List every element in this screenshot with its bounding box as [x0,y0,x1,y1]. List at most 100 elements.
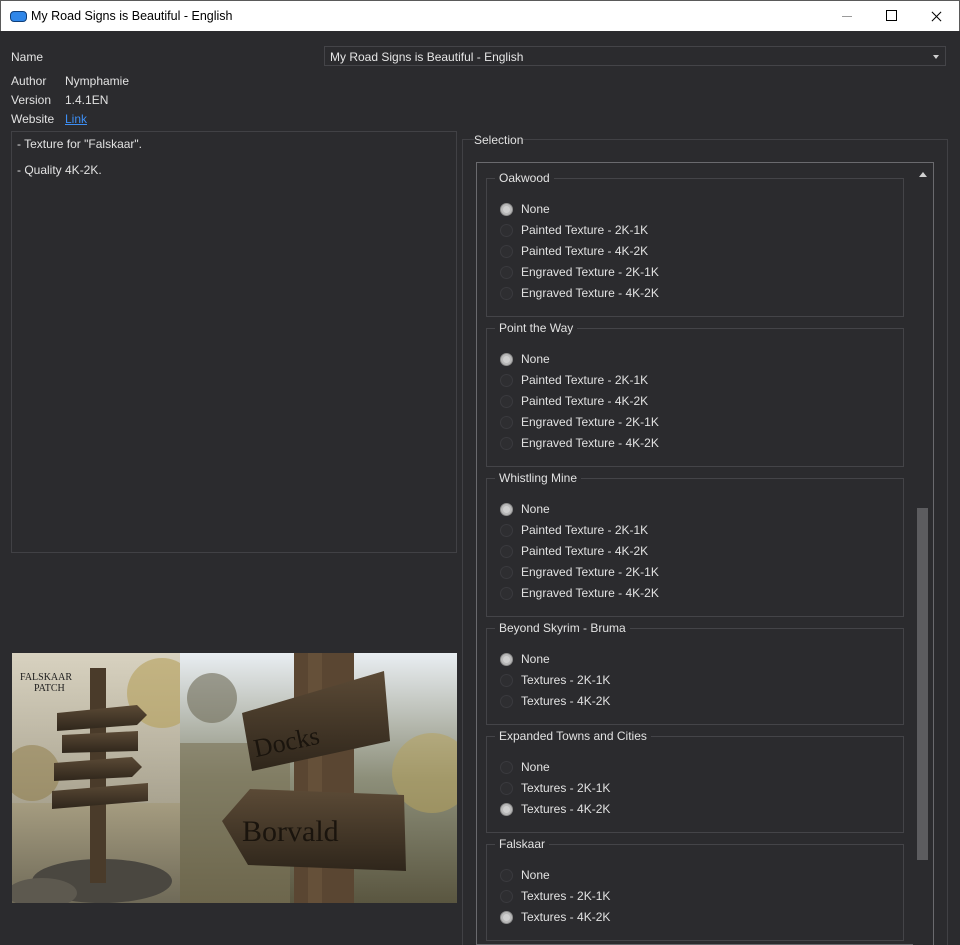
minimize-button[interactable] [823,1,869,31]
close-button[interactable] [913,1,959,31]
scroll-up-arrow-icon[interactable] [919,172,927,177]
radio-button[interactable] [500,202,513,216]
radio-option[interactable]: Textures - 4K-2K [500,801,610,817]
radio-option[interactable]: Painted Texture - 2K-1K [500,522,648,538]
radio-option-label: None [521,202,550,216]
radio-option[interactable]: Textures - 4K-2K [500,909,610,925]
radio-option-label: Engraved Texture - 2K-1K [521,265,659,279]
radio-option[interactable]: Painted Texture - 4K-2K [500,393,648,409]
radio-option[interactable]: Painted Texture - 2K-1K [500,372,648,388]
radio-button[interactable] [500,223,513,237]
title-bar: My Road Signs is Beautiful - English [0,0,960,31]
radio-option-label: Painted Texture - 4K-2K [521,394,649,408]
vertical-scrollbar[interactable] [913,163,933,945]
radio-button[interactable] [500,523,513,537]
radio-option[interactable]: Painted Texture - 4K-2K [500,543,648,559]
radio-button[interactable] [500,673,513,687]
description-box: - Texture for "Falskaar". - Quality 4K-2… [11,131,457,553]
radio-button[interactable] [500,565,513,579]
radio-option-label: None [521,652,550,666]
radio-option[interactable]: Painted Texture - 4K-2K [500,243,648,259]
radio-button[interactable] [500,694,513,708]
radio-button[interactable] [500,394,513,408]
radio-option[interactable]: Engraved Texture - 4K-2K [500,285,659,301]
radio-option-label: None [521,760,550,774]
radio-option[interactable]: Textures - 4K-2K [500,693,610,709]
option-group: Expanded Towns and Cities None Textures - … [486,729,904,833]
radio-option-label: Engraved Texture - 4K-2K [521,436,659,450]
radio-option[interactable]: Engraved Texture - 4K-2K [500,585,659,601]
preview-image: FALSKAAR PATCH Docks Borvald [12,653,457,903]
selection-title: Selection [474,133,524,147]
radio-option-label: Painted Texture - 4K-2K [521,244,649,258]
option-group-title: Beyond Skyrim - Bruma [495,621,630,635]
description-line: - Texture for "Falskaar". [17,137,143,151]
option-group: Point the Way None Painted Texture - 2K-1K… [486,321,904,467]
author-value: Nymphamie [65,74,130,88]
option-group-title: Point the Way [495,321,578,335]
radio-button[interactable] [500,244,513,258]
preview-badge-line2: PATCH [34,683,65,694]
option-group-title: Expanded Towns and Cities [495,729,651,743]
radio-option-label: Painted Texture - 2K-1K [521,223,649,237]
radio-option-label: None [521,868,550,882]
radio-option[interactable]: Painted Texture - 2K-1K [500,222,648,238]
option-group: Beyond Skyrim - Bruma None Textures - 2K-1… [486,621,904,725]
radio-option[interactable]: Engraved Texture - 4K-2K [500,435,659,451]
radio-button[interactable] [500,910,513,924]
radio-button[interactable] [500,652,513,666]
preview-sign-borvald: Borvald [242,815,339,848]
radio-option[interactable]: Engraved Texture - 2K-1K [500,564,659,580]
radio-button[interactable] [500,760,513,774]
radio-option-label: Textures - 2K-1K [521,673,611,687]
radio-option-label: Painted Texture - 2K-1K [521,373,649,387]
app-icon [10,11,27,22]
preview-badge-line1: FALSKAAR [20,672,72,683]
radio-option[interactable]: None [500,201,550,217]
radio-option[interactable]: Textures - 2K-1K [500,672,610,688]
radio-button[interactable] [500,265,513,279]
radio-option-label: Engraved Texture - 2K-1K [521,565,659,579]
radio-option[interactable]: None [500,351,550,367]
radio-button[interactable] [500,802,513,816]
radio-button[interactable] [500,781,513,795]
radio-button[interactable] [500,889,513,903]
radio-button[interactable] [500,352,513,366]
radio-option-label: Textures - 2K-1K [521,889,611,903]
radio-button[interactable] [500,586,513,600]
website-label: Website [11,112,55,126]
website-link[interactable]: Link [65,112,87,126]
author-label: Author [11,74,47,88]
option-group: Falskaar None Textures - 2K-1K Textures - 4… [486,837,904,941]
radio-option-label: None [521,502,550,516]
radio-option[interactable]: None [500,867,550,883]
version-label: Version [11,93,52,107]
maximize-button[interactable] [868,1,914,31]
radio-button[interactable] [500,415,513,429]
radio-option-label: None [521,352,550,366]
option-group: Oakwood None Painted Texture - 2K-1K Painte… [486,171,904,317]
radio-option[interactable]: None [500,651,550,667]
radio-button[interactable] [500,286,513,300]
radio-option[interactable]: None [500,759,550,775]
radio-option-label: Engraved Texture - 2K-1K [521,415,659,429]
radio-option-label: Painted Texture - 2K-1K [521,523,649,537]
radio-option[interactable]: Engraved Texture - 2K-1K [500,264,659,280]
radio-option[interactable]: Engraved Texture - 2K-1K [500,414,659,430]
name-dropdown[interactable]: My Road Signs is Beautiful - English [324,46,946,66]
option-group-title: Falskaar [495,837,550,851]
radio-option[interactable]: None [500,501,550,517]
radio-option[interactable]: Textures - 2K-1K [500,780,610,796]
radio-button[interactable] [500,502,513,516]
radio-button[interactable] [500,373,513,387]
option-group-title: Whistling Mine [495,471,582,485]
radio-option[interactable]: Textures - 2K-1K [500,888,610,904]
scrollbar-thumb[interactable] [917,508,928,860]
option-group: Whistling Mine None Painted Texture - 2K-1… [486,471,904,617]
option-group-title: Oakwood [495,171,554,185]
radio-option-label: Textures - 4K-2K [521,694,611,708]
radio-button[interactable] [500,436,513,450]
chevron-down-icon [933,55,939,59]
radio-button[interactable] [500,868,513,882]
radio-button[interactable] [500,544,513,558]
